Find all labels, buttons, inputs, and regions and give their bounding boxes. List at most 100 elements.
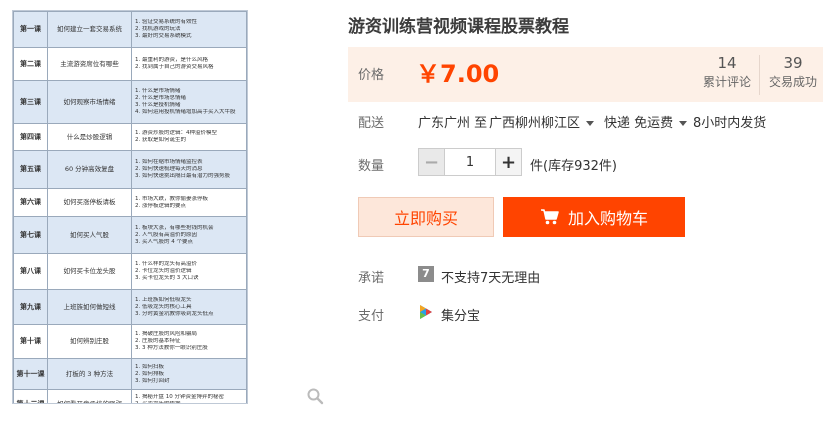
- price-label: 价格: [358, 68, 385, 83]
- course-point: 2. 人气股有高溢价的原因: [135, 231, 197, 238]
- course-point: 3. 什么是投机情绪: [135, 102, 181, 108]
- course-point: 2. 卡位龙头的溢价逻辑: [135, 268, 192, 274]
- course-point: 1. 什么是市场情绪: [135, 88, 181, 94]
- course-topic: 60 分钟高效复盘: [47, 150, 132, 189]
- course-topic: 如何买涨停板请板: [47, 188, 132, 217]
- course-points: 1. 最重利的游资，是什么风格 2. 找到属于自己的游资交易风格: [131, 47, 247, 81]
- course-points: 1. 上班族如何低吸龙头 2. 低吸龙头的核心工具 3. 分时黄金坑教你吸到龙头低点: [131, 289, 247, 325]
- stat-deals-count: 39: [783, 54, 803, 72]
- course-point: 2. 低吸龙头的核心工具: [135, 303, 192, 310]
- course-topic: 打板的 3 种方法: [47, 358, 132, 390]
- chevron-down-icon: [679, 121, 688, 126]
- course-topic: 如何买人气股: [47, 216, 132, 254]
- course-row: 第三课 如何观察市场情绪 1. 什么是市场情绪 2. 什么是市场总情绪 3. 什么是投机…: [13, 80, 247, 124]
- course-row: 第七课 如何买人气股 1. 板块大涨，有哪些抢钱的机会 2. 人气股有高溢价的原因 3.…: [13, 216, 247, 254]
- course-point: 1. 最重利的游资，是什么风格: [135, 57, 208, 63]
- stat-reviews[interactable]: 14 累计评论: [696, 53, 758, 91]
- shipping-label: 配送: [358, 116, 385, 131]
- course-point: 2. 涨停板逻辑的要点: [135, 202, 186, 209]
- add-to-cart-button[interactable]: 加入购物车: [503, 197, 685, 237]
- zoom-icon[interactable]: [306, 387, 324, 405]
- product-page: 第一课 如何建立一套交易系统 1. 验证交易系统的有效性 2. 找机游戏的玩法 3. 最…: [0, 0, 825, 426]
- course-lesson: 第十一课: [13, 358, 48, 390]
- no-7day-return-icon: 7: [418, 266, 434, 282]
- course-topic: 主流游资席位有哪些: [47, 47, 132, 81]
- course-lesson: 第六课: [13, 188, 48, 217]
- course-point: 3. 如何快速挑出隔日最有潜力的强势股: [135, 173, 230, 179]
- promise-text[interactable]: 不支持7天无理由: [441, 267, 540, 286]
- promise-label: 承诺: [358, 271, 385, 286]
- course-points: 1. 揭秘开盘 10 分钟资金博弈的秘密2. 买卖龙头的依据3. 游资的实战策略: [131, 389, 247, 404]
- shipping-method-select[interactable]: 快递 免运费: [604, 112, 688, 131]
- course-lesson: 第二课: [13, 47, 48, 81]
- course-points: 1. 如何在缩市场情绪监控表 2. 如何快速梳理每天的消息 3. 如何快速挑出隔日最…: [131, 150, 247, 189]
- stat-reviews-label: 累计评论: [702, 75, 751, 89]
- course-topic: 上班族如何做短线: [47, 289, 132, 325]
- course-points: 1. 揭破庄股的风险和骗局 2. 庄股的基本特征 3. 3 种方法教你一眼识别庄股: [131, 324, 247, 359]
- course-lesson: 第九课: [13, 289, 48, 325]
- course-point: 2. 如何排板: [135, 370, 164, 377]
- cart-icon: [540, 209, 559, 225]
- buy-now-button[interactable]: 立即购买: [358, 197, 494, 237]
- course-point: 1. 游资炒股的逻辑：4种溢价模型: [135, 130, 217, 136]
- jifenbao-icon: [420, 305, 432, 319]
- course-point: 1. 如何在缩市场情绪监控表: [135, 159, 203, 165]
- course-lesson: 第一课: [13, 11, 48, 48]
- product-image[interactable]: 第一课 如何建立一套交易系统 1. 验证交易系统的有效性 2. 找机游戏的玩法 3. 最…: [12, 10, 248, 404]
- course-point: 2. 买卖龙头的依据: [135, 401, 181, 404]
- course-point: 2. 找机游戏的玩法: [135, 26, 181, 32]
- course-lesson: 第五课: [13, 150, 48, 189]
- stat-reviews-count: 14: [717, 54, 737, 72]
- quantity-label: 数量: [358, 159, 385, 174]
- course-lesson: 第十课: [13, 324, 48, 359]
- course-table: 第一课 如何建立一套交易系统 1. 验证交易系统的有效性 2. 找机游戏的玩法 3. 最…: [13, 11, 247, 404]
- shipping-dispatch: 8小时内发货: [693, 116, 767, 131]
- course-point: 4. 如何运用投机情绪增加高手买入大牛股: [135, 109, 236, 115]
- quantity-input[interactable]: [445, 149, 495, 175]
- course-row: 第一课 如何建立一套交易系统 1. 验证交易系统的有效性 2. 找机游戏的玩法 3. 最…: [13, 11, 247, 48]
- course-row: 第十一课 打板的 3 种方法 1. 如何扫板 2. 如何排板 3. 如何打回封: [13, 358, 247, 390]
- shipping-from: 广东广州 至: [418, 116, 488, 131]
- course-points: 1. 如何扫板 2. 如何排板 3. 如何打回封: [131, 358, 247, 390]
- product-title: 游资训练营视频课程股票教程: [348, 17, 569, 37]
- shipping-method-text: 快递 免运费: [604, 116, 674, 131]
- stock-info: 件(库存932件): [530, 159, 617, 174]
- course-lesson: 第八课: [13, 253, 48, 290]
- add-to-cart-label: 加入购物车: [567, 209, 648, 228]
- stat-deals-label: 交易成功: [768, 75, 817, 89]
- course-points: 1. 什么样的龙头有高溢价 2. 卡位龙头的溢价逻辑 3. 买卡位龙头的 3 大口诀: [131, 253, 247, 290]
- course-row: 第二课 主流游资席位有哪些 1. 最重利的游资，是什么风格 2. 找到属于自己的游资交…: [13, 47, 247, 81]
- course-point: 2. 找到属于自己的游资交易风格: [135, 64, 214, 70]
- course-point: 2. 什么是市场总情绪: [135, 95, 186, 101]
- course-row: 第六课 如何买涨停板请板 1. 市场大跌，教你偷妻涨停板 2. 涨停板逻辑的要点: [13, 188, 247, 217]
- payment-text: 集分宝: [441, 309, 481, 324]
- shipping-destination-text: 广西柳州柳江区: [489, 116, 581, 131]
- course-point: 1. 揭破庄股的风险和骗局: [135, 331, 197, 337]
- course-topic: 如何辨别庄股: [47, 324, 132, 359]
- course-point: 1. 如何扫板: [135, 363, 164, 370]
- course-topic: 什么是炒股逻辑: [47, 123, 132, 151]
- course-topic: 如何建立一套交易系统: [47, 11, 132, 48]
- course-point: 3. 3 种方法教你一眼识别庄股: [135, 345, 208, 351]
- shipping-destination-select[interactable]: 广西柳州柳江区: [489, 112, 595, 131]
- course-points: 1. 验证交易系统的有效性 2. 找机游戏的玩法 3. 最好的交易系统模式: [131, 11, 247, 48]
- course-row: 第十二课 如何看开盘承接的强弱 1. 揭秘开盘 10 分钟资金博弈的秘密 2. 买卖龙…: [13, 389, 247, 404]
- course-row: 第十课 如何辨别庄股 1. 揭破庄股的风险和骗局 2. 庄股的基本特征 3. 3 种方法…: [13, 324, 247, 359]
- course-point: 3. 买人气股的 4 个要点: [135, 238, 193, 245]
- course-point: 1. 揭秘开盘 10 分钟资金博弈的秘密: [135, 394, 224, 400]
- quantity-minus-button[interactable]: −: [419, 149, 445, 175]
- course-points: 1. 什么是市场情绪 2. 什么是市场总情绪 3. 什么是投机情绪 4. 如何运用投机…: [131, 80, 247, 124]
- course-points: 1. 游资炒股的逻辑：4种溢价模型 2. 获取是如何诞生的: [131, 123, 247, 151]
- course-row: 第五课 60 分钟高效复盘 1. 如何在缩市场情绪监控表 2. 如何快速梳理每天的消息…: [13, 150, 247, 189]
- course-point: 1. 市场大跌，教你偷妻涨停板: [135, 195, 208, 202]
- course-point: 3. 如何打回封: [135, 377, 170, 384]
- course-point: 2. 如何快速梳理每天的消息: [135, 166, 203, 172]
- course-point: 3. 买卡位龙头的 3 大口诀: [135, 275, 199, 281]
- quantity-plus-button[interactable]: +: [495, 149, 521, 175]
- course-point: 1. 什么样的龙头有高溢价: [135, 261, 197, 267]
- stat-deals[interactable]: 39 交易成功: [762, 53, 824, 91]
- course-lesson: 第三课: [13, 80, 48, 124]
- course-row: 第四课 什么是炒股逻辑 1. 游资炒股的逻辑：4种溢价模型 2. 获取是如何诞生的: [13, 123, 247, 151]
- course-point: 2. 庄股的基本特征: [135, 338, 181, 344]
- course-point: 3. 分时黄金坑教你吸到龙头低点: [135, 310, 214, 317]
